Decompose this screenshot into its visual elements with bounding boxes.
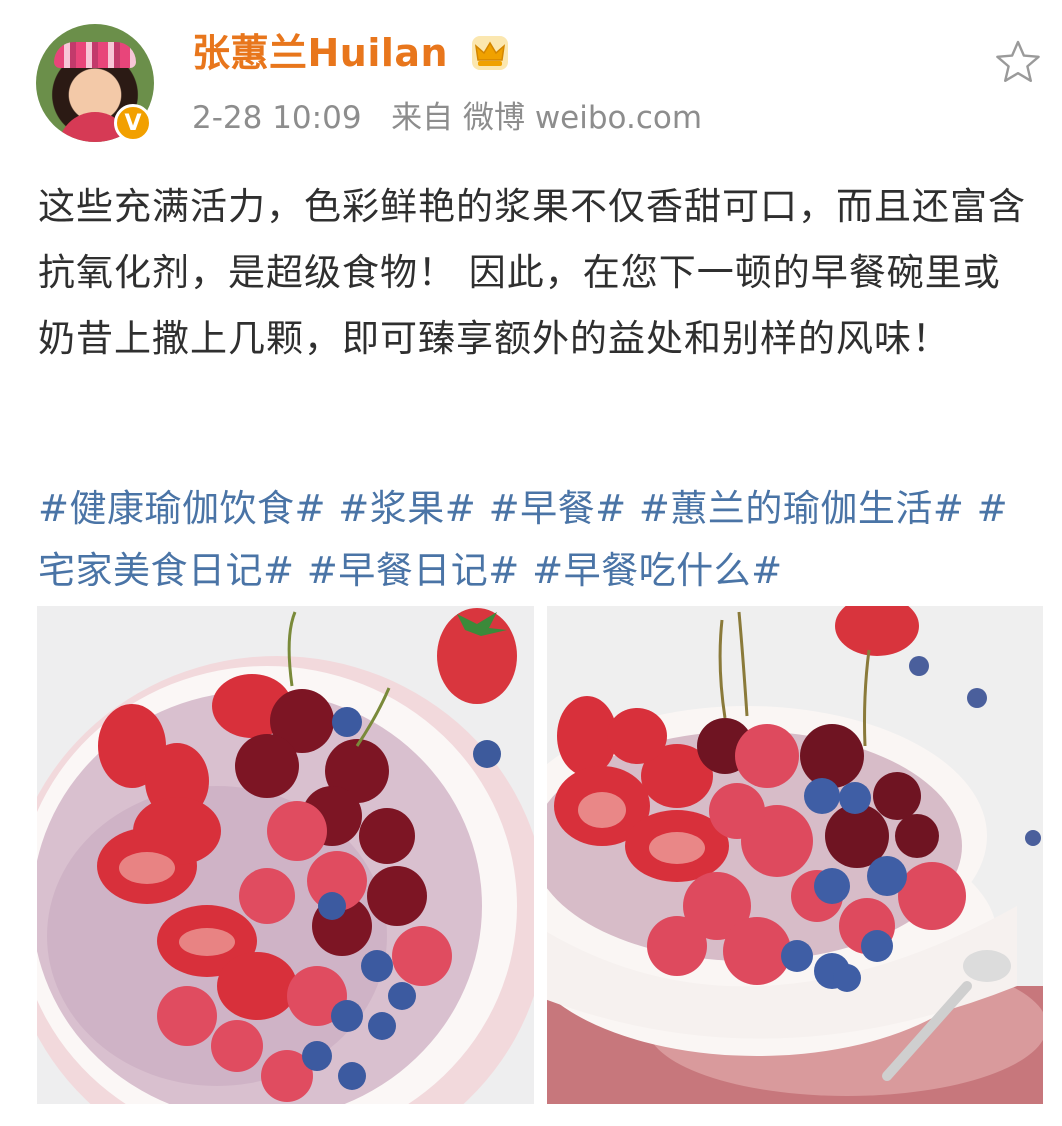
hashtag-link[interactable]: #健康瑜伽饮食# — [38, 487, 326, 530]
hashtag-link[interactable]: #蕙兰的瑜伽生活# — [639, 487, 965, 530]
post-source[interactable]: 微博 weibo.com — [463, 100, 702, 136]
hashtag-link[interactable]: #早餐吃什么# — [532, 549, 783, 592]
post-image-2[interactable] — [547, 606, 1043, 1104]
star-outline-icon[interactable] — [994, 38, 1042, 86]
berry-bowl-image — [37, 606, 534, 1104]
hashtag-link[interactable]: #浆果# — [338, 487, 476, 530]
hashtag-list: #健康瑜伽饮食# #浆果# #早餐# #蕙兰的瑜伽生活# #宅家美食日记# #早… — [38, 478, 1034, 602]
hashtag-link[interactable]: #早餐日记# — [307, 549, 520, 592]
post-source-prefix: 来自 — [391, 100, 454, 136]
author-name[interactable]: 张蕙兰Huilan — [192, 28, 448, 78]
post-image-1[interactable] — [37, 606, 534, 1104]
hashtag-link[interactable]: #早餐# — [489, 487, 627, 530]
crown-icon — [472, 36, 508, 70]
berry-bowl-closeup-image — [547, 606, 1043, 1104]
verified-badge-icon: V — [114, 104, 152, 142]
flower-wreath — [54, 42, 136, 68]
post-body-text: 这些充满活力，色彩鲜艳的浆果不仅香甜可口，而且还富含抗氧化剂，是超级食物！ 因此… — [38, 185, 1026, 360]
post-meta: 2-28 10:09 来自 微博 weibo.com — [192, 96, 702, 140]
post-time[interactable]: 2-28 10:09 — [192, 100, 362, 136]
